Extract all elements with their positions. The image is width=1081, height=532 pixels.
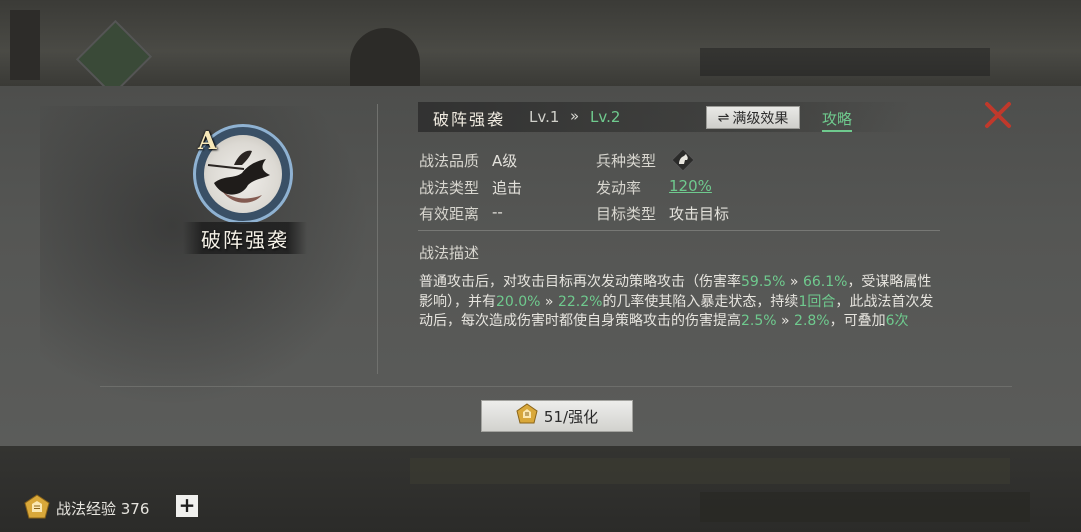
desc-value: 59.5% bbox=[741, 274, 786, 290]
description-title: 战法描述 bbox=[419, 244, 480, 262]
skill-type-label: 战法类型 bbox=[419, 179, 480, 197]
desc-value: 2.5% bbox=[741, 313, 777, 329]
quality-value: A级 bbox=[492, 152, 518, 170]
background-left-bar bbox=[10, 10, 40, 80]
skill-exp-label: 战法经验 376 bbox=[56, 500, 150, 518]
background-emblem bbox=[75, 19, 153, 97]
target-type-value: 攻击目标 bbox=[669, 205, 730, 223]
guide-link[interactable]: 攻略 bbox=[822, 108, 853, 132]
skill-book-icon bbox=[24, 494, 50, 520]
skill-detail-panel: 破阵强袭 A 破阵强袭 Lv.1 » Lv.2 ⇌ 满级效果 攻略 战法品质 A… bbox=[0, 86, 1081, 446]
desc-text: 的几率使其陷入暴走状态，持续 bbox=[602, 293, 799, 310]
attributes-divider bbox=[418, 230, 940, 231]
desc-value: 20.0% bbox=[496, 293, 541, 310]
max-level-effect-button[interactable]: ⇌ 满级效果 bbox=[706, 106, 800, 129]
cavalry-horse-icon bbox=[671, 148, 695, 172]
quality-label: 战法品质 bbox=[419, 152, 480, 170]
desc-value: 1回合 bbox=[798, 293, 836, 310]
skill-title: 破阵强袭 bbox=[433, 110, 506, 129]
desc-arrow: » bbox=[776, 313, 795, 329]
enhance-label: 51/强化 bbox=[543, 407, 599, 426]
add-exp-button[interactable]: + bbox=[176, 495, 198, 517]
skill-description: 普通攻击后，对攻击目标再次发动策略攻击（伤害率59.5% » 66.1%，受谋略… bbox=[419, 273, 941, 332]
background-scene-top bbox=[0, 0, 1081, 97]
background-row bbox=[410, 458, 1010, 484]
trigger-rate-label: 发动率 bbox=[596, 179, 642, 197]
trigger-rate-value: 120% bbox=[669, 177, 712, 195]
range-value: -- bbox=[492, 203, 503, 221]
background-figure bbox=[350, 28, 420, 86]
max-level-effect-label: 满级效果 bbox=[732, 110, 789, 127]
swap-arrows-icon: ⇌ bbox=[717, 109, 730, 126]
desc-value: 6次 bbox=[885, 313, 909, 329]
skill-book-icon bbox=[516, 403, 538, 429]
desc-arrow: » bbox=[785, 274, 803, 290]
troop-type-label: 兵种类型 bbox=[596, 152, 657, 170]
grade-badge: A bbox=[198, 126, 217, 155]
target-type-label: 目标类型 bbox=[596, 205, 657, 223]
level-current: Lv.1 bbox=[529, 108, 560, 126]
close-x-icon[interactable] bbox=[983, 100, 1013, 130]
range-label: 有效距离 bbox=[419, 205, 480, 223]
background-scene-bottom bbox=[0, 446, 1081, 532]
desc-value: 2.8% bbox=[794, 313, 830, 329]
desc-value: 66.1% bbox=[802, 274, 848, 290]
desc-arrow: » bbox=[540, 293, 558, 310]
desc-text: ，可叠加 bbox=[829, 313, 886, 329]
level-arrow: » bbox=[570, 107, 580, 125]
background-tabs bbox=[700, 48, 990, 76]
vertical-divider bbox=[377, 104, 378, 374]
desc-text: 普通攻击后，对攻击目标再次发动策略攻击（伤害率 bbox=[419, 274, 741, 290]
background-row-2 bbox=[700, 492, 1030, 522]
skill-type-value: 追击 bbox=[492, 179, 523, 197]
enhance-button[interactable]: 51/强化 bbox=[481, 400, 633, 432]
desc-value: 22.2% bbox=[557, 293, 603, 310]
skill-portrait-name: 破阵强袭 bbox=[201, 228, 289, 252]
footer-divider bbox=[100, 386, 1012, 387]
level-next: Lv.2 bbox=[590, 108, 621, 126]
